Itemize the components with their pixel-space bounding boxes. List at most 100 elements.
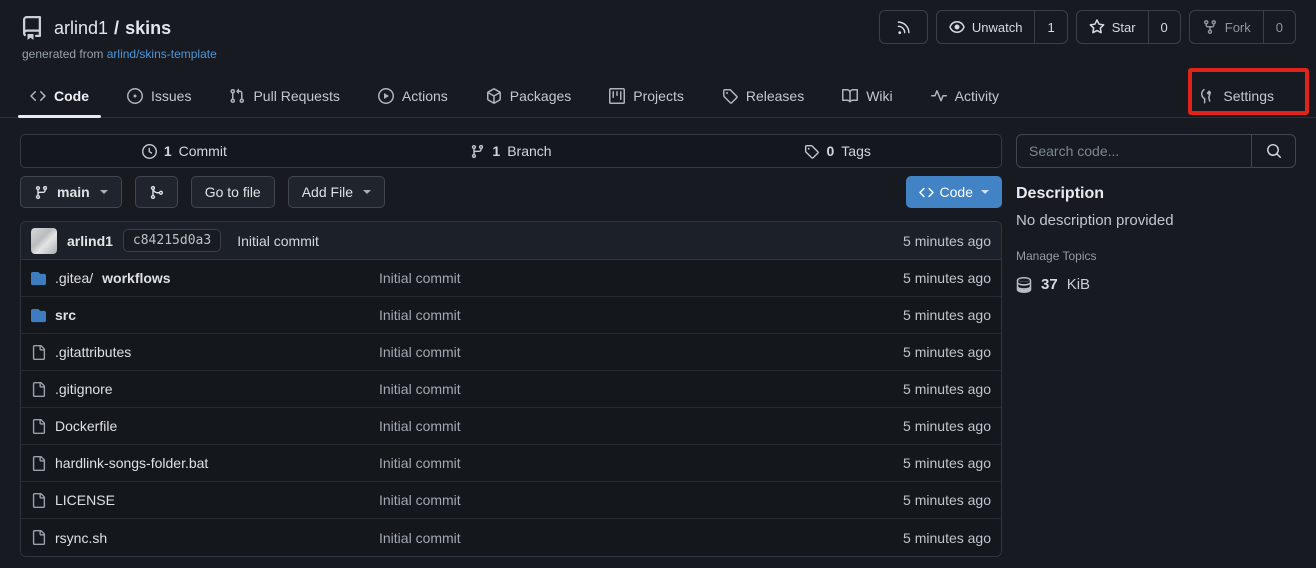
branch-count: 1: [492, 143, 500, 159]
rss-button[interactable]: [879, 10, 928, 44]
fork-count[interactable]: 0: [1263, 11, 1295, 43]
commit-message-link[interactable]: Initial commit: [237, 233, 319, 249]
commit-count-label: Commit: [179, 143, 227, 159]
table-row: src Initial commit 5 minutes ago: [21, 297, 1001, 334]
fork-button[interactable]: Fork: [1190, 11, 1263, 43]
file-link[interactable]: src: [31, 307, 379, 323]
branches-stat[interactable]: 1 Branch: [348, 143, 675, 159]
avatar[interactable]: [31, 228, 57, 254]
table-row: .gitattributes Initial commit 5 minutes …: [21, 334, 1001, 371]
database-icon: [1016, 277, 1032, 293]
tab-code[interactable]: Code: [30, 75, 89, 117]
row-commit-message[interactable]: Initial commit: [379, 307, 461, 323]
tab-wiki-label: Wiki: [866, 88, 892, 104]
code-button-label: Code: [940, 184, 973, 200]
tab-settings-label: Settings: [1223, 88, 1274, 104]
compare-button[interactable]: [135, 176, 178, 208]
description-heading: Description: [1016, 185, 1296, 203]
tag-count-label: Tags: [841, 143, 871, 159]
repo-size-value: 37: [1041, 276, 1058, 293]
tab-code-label: Code: [54, 88, 89, 104]
file-icon: [31, 456, 46, 471]
file-link[interactable]: .gitattributes: [31, 344, 379, 360]
repo-icon: [20, 16, 44, 40]
star-count[interactable]: 0: [1148, 11, 1180, 43]
branch-name: main: [57, 184, 90, 200]
row-commit-time: 5 minutes ago: [903, 455, 991, 471]
book-icon: [842, 88, 858, 104]
file-link[interactable]: hardlink-songs-folder.bat: [31, 455, 379, 471]
tab-activity[interactable]: Activity: [931, 75, 999, 117]
repo-name-link[interactable]: skins: [125, 18, 171, 39]
pull-request-icon: [229, 88, 245, 104]
row-commit-time: 5 minutes ago: [903, 344, 991, 360]
tab-packages[interactable]: Packages: [486, 75, 571, 117]
file-link[interactable]: rsync.sh: [31, 530, 379, 546]
commit-time: 5 minutes ago: [903, 233, 991, 249]
table-row: LICENSE Initial commit 5 minutes ago: [21, 482, 1001, 519]
file-icon: [31, 493, 46, 508]
repo-main-column: 1 Commit 1 Branch 0 Tags: [20, 134, 1002, 557]
row-commit-time: 5 minutes ago: [903, 418, 991, 434]
folder-icon: [31, 271, 46, 286]
branch-icon: [470, 144, 485, 159]
history-icon: [142, 144, 157, 159]
code-search-box: [1016, 134, 1296, 168]
row-commit-message[interactable]: Initial commit: [379, 492, 461, 508]
repo-tab-bar: Code Issues Pull Requests Actions Packag…: [0, 75, 1316, 118]
add-file-button[interactable]: Add File: [288, 176, 385, 208]
tools-icon: [1199, 88, 1215, 104]
pulse-icon: [931, 88, 947, 104]
file-name: .gitignore: [55, 381, 113, 397]
tab-wiki[interactable]: Wiki: [842, 75, 892, 117]
commit-author-link[interactable]: arlind1: [67, 233, 113, 249]
repo-owner-link[interactable]: arlind1: [54, 18, 108, 39]
file-link[interactable]: .gitignore: [31, 381, 379, 397]
repo-size-unit: KiB: [1067, 276, 1090, 293]
code-download-button[interactable]: Code: [906, 176, 1002, 208]
tag-count: 0: [826, 143, 834, 159]
table-row: Dockerfile Initial commit 5 minutes ago: [21, 408, 1001, 445]
folder-icon: [31, 308, 46, 323]
row-commit-message[interactable]: Initial commit: [379, 530, 461, 546]
row-commit-message[interactable]: Initial commit: [379, 270, 461, 286]
file-link[interactable]: .gitea/workflows: [31, 270, 379, 286]
tab-releases[interactable]: Releases: [722, 75, 804, 117]
star-button[interactable]: Star: [1077, 11, 1148, 43]
file-link[interactable]: LICENSE: [31, 492, 379, 508]
branch-selector[interactable]: main: [20, 176, 122, 208]
commit-hash-link[interactable]: c84215d0a3: [123, 229, 221, 252]
row-commit-message[interactable]: Initial commit: [379, 344, 461, 360]
file-name: rsync.sh: [55, 530, 107, 546]
tab-packages-label: Packages: [510, 88, 571, 104]
row-commit-message[interactable]: Initial commit: [379, 418, 461, 434]
row-commit-time: 5 minutes ago: [903, 270, 991, 286]
tag-icon: [722, 88, 738, 104]
issue-icon: [127, 88, 143, 104]
template-repo-link[interactable]: arlind/skins-template: [107, 47, 217, 61]
tags-stat[interactable]: 0 Tags: [674, 143, 1001, 159]
tab-actions[interactable]: Actions: [378, 75, 448, 117]
row-commit-time: 5 minutes ago: [903, 307, 991, 323]
row-commit-message[interactable]: Initial commit: [379, 381, 461, 397]
row-commit-message[interactable]: Initial commit: [379, 455, 461, 471]
tab-pull-requests[interactable]: Pull Requests: [229, 75, 339, 117]
tab-projects[interactable]: Projects: [609, 75, 684, 117]
repo-toolbar: main Go to file Add File Code: [20, 176, 1002, 208]
manage-topics-link[interactable]: Manage Topics: [1016, 249, 1097, 263]
go-to-file-button[interactable]: Go to file: [191, 176, 275, 208]
watch-count[interactable]: 1: [1034, 11, 1066, 43]
commits-stat[interactable]: 1 Commit: [21, 143, 348, 159]
git-compare-icon: [149, 185, 164, 200]
tab-issues[interactable]: Issues: [127, 75, 191, 117]
search-button[interactable]: [1251, 135, 1295, 167]
star-button-group: Star 0: [1076, 10, 1181, 44]
repo-size-row: 37 KiB: [1016, 276, 1296, 293]
file-link[interactable]: Dockerfile: [31, 418, 379, 434]
unwatch-button[interactable]: Unwatch: [937, 11, 1035, 43]
tab-settings[interactable]: Settings: [1199, 75, 1274, 117]
generated-from: generated from arlind/skins-template: [22, 47, 1296, 61]
search-input[interactable]: [1017, 135, 1251, 167]
file-name: LICENSE: [55, 492, 115, 508]
go-to-file-label: Go to file: [205, 184, 261, 200]
